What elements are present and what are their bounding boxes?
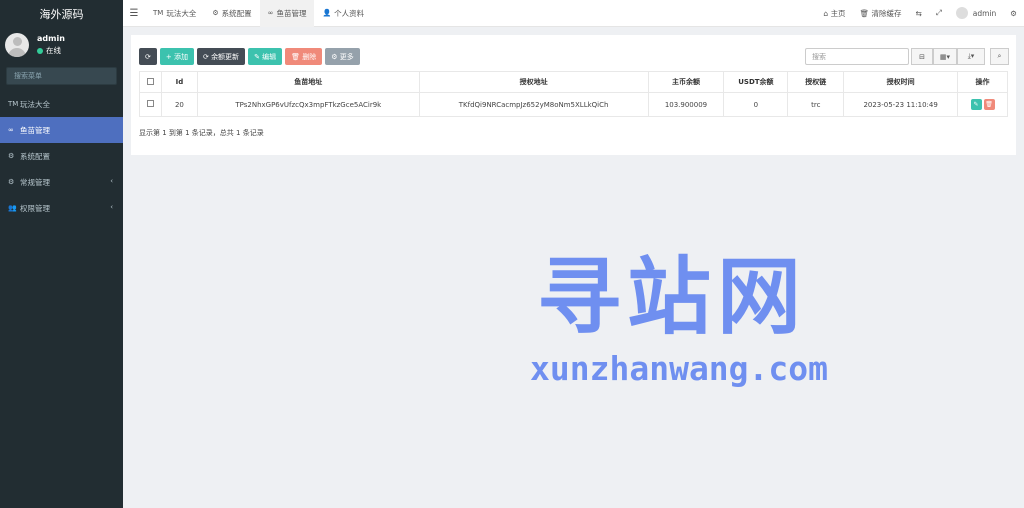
data-table: Id 鱼苗地址 授权地址 主币余额 USDT余额 授权链 授权时间 操作 20 … [139, 71, 1008, 117]
sidebar-item-label: 鱼苗管理 [20, 125, 50, 135]
select-all-checkbox[interactable] [139, 71, 162, 93]
tm-icon: TM [8, 100, 19, 108]
search-icon[interactable]: ⌕ [990, 48, 1009, 65]
trash-icon: 🗑 [291, 52, 303, 61]
tab-system-config[interactable]: ⚙ 系统配置 [204, 0, 259, 27]
pagination-summary: 显示第 1 到第 1 条记录，总共 1 条记录 [139, 129, 264, 137]
refresh-icon: ⟳ [145, 52, 151, 61]
cell-auth-time: 2023-05-23 11:10:49 [843, 92, 959, 117]
col-actions: 操作 [957, 71, 1008, 93]
col-auth-time: 授权时间 [843, 71, 959, 93]
cell-main-balance: 103.900009 [647, 92, 725, 117]
table-row: 20 TPs2NhxGP6vUfzcQx3mpFTkzGce5ACir9k TK… [139, 92, 1008, 117]
col-main-balance: 主币余额 [647, 71, 725, 93]
balance-update-button[interactable]: ⟳ 余额更新 [196, 48, 246, 65]
col-chain: 授权链 [787, 71, 845, 93]
row-checkbox[interactable] [139, 92, 162, 117]
sidebar-item-fish[interactable]: ∞ 鱼苗管理 [0, 117, 123, 143]
add-button[interactable]: + 添加 [159, 48, 194, 65]
gear-icon: ⚙ [331, 52, 340, 61]
refresh-button[interactable]: ⟳ [139, 48, 157, 65]
user-panel: admin 在线 [0, 27, 123, 63]
col-id[interactable]: Id [160, 71, 198, 93]
sidebar-item-system-config[interactable]: ⚙ 系统配置 [0, 143, 123, 169]
avatar [955, 7, 968, 19]
edit-button[interactable]: ✎ 编辑 [248, 48, 283, 65]
translate-icon[interactable]: ⇆ [908, 0, 928, 27]
cell-auth-address: TKfdQi9NRCacmpJz652yM8oNm5XLLkQiCh [418, 92, 649, 117]
watermark-title: 寻站网 [537, 248, 808, 346]
refresh-icon: ⟳ [202, 52, 212, 61]
sidebar-search-input[interactable]: 搜索菜单 [6, 67, 117, 85]
settings-icon[interactable]: ⚙ [1003, 0, 1024, 27]
user-menu[interactable]: admin [949, 0, 1004, 27]
watermark-url: xunzhanwang.com [530, 349, 829, 388]
avatar [5, 33, 29, 57]
chevron-left-icon: ‹ [110, 177, 113, 185]
home-link[interactable]: ⌂ 主页 [816, 0, 852, 27]
user-status: 在线 [37, 45, 65, 56]
content-panel: ⟳ + 添加 ⟳ 余额更新 ✎ 编辑 🗑 删除 ⚙ 更多 搜索 ⊟ ▦▾ ⤓▾ … [131, 35, 1016, 155]
sidebar-item-label: 权限管理 [20, 203, 50, 213]
users-icon: 👥 [8, 204, 17, 212]
columns-icon[interactable]: ▦▾ [933, 48, 957, 65]
home-icon: ⌂ [823, 8, 831, 18]
chevron-left-icon: ‹ [110, 203, 113, 211]
edit-row-icon[interactable]: ✎ [970, 99, 982, 110]
trash-icon: 🗑 [859, 8, 872, 18]
cell-fish-address: TPs2NhxGP6vUfzcQx3mpFTkzGce5ACir9k [196, 92, 420, 117]
tab-gameplay[interactable]: TM 玩法大全 [145, 0, 204, 27]
more-button[interactable]: ⚙ 更多 [325, 48, 360, 65]
brand-logo[interactable]: 海外源码 [0, 0, 123, 27]
pencil-icon: ✎ [254, 52, 263, 61]
clear-cache-button[interactable]: 🗑 清除缓存 [853, 0, 909, 27]
plus-icon: + [165, 52, 174, 61]
tm-icon: TM [153, 9, 164, 17]
sidebar-item-label: 常规管理 [20, 177, 50, 187]
sidebar: 海外源码 admin 在线 搜索菜单 TM 玩法大全 ∞ 鱼苗管理 ⚙ 系统配置… [0, 0, 123, 508]
cell-chain: trc [787, 92, 845, 117]
sidebar-item-label: 玩法大全 [20, 99, 50, 109]
gear-icon: ⚙ [8, 152, 15, 160]
delete-row-icon[interactable]: 🗑 [983, 99, 995, 110]
col-auth-address: 授权地址 [418, 71, 649, 93]
export-dropdown-icon[interactable]: ⤓▾ [957, 48, 985, 65]
sidebar-item-label: 系统配置 [20, 151, 50, 161]
cell-id: 20 [160, 92, 198, 117]
fullscreen-icon[interactable]: ⤢ [929, 0, 949, 27]
menu-toggle-icon[interactable]: ☰ [123, 8, 145, 19]
sidebar-item-gameplay[interactable]: TM 玩法大全 [0, 91, 123, 117]
sidebar-item-general[interactable]: ⚙ 常规管理 ‹ [0, 169, 123, 195]
link-icon: ∞ [8, 126, 14, 134]
table-search-input[interactable]: 搜索 [805, 48, 909, 65]
col-usdt-balance: USDT余额 [723, 71, 789, 93]
col-fish-address: 鱼苗地址 [196, 71, 420, 93]
tab-fish[interactable]: ∞ 鱼苗管理 [259, 0, 315, 27]
delete-button[interactable]: 🗑 删除 [285, 48, 323, 65]
table-header-row: Id 鱼苗地址 授权地址 主币余额 USDT余额 授权链 授权时间 操作 [139, 71, 1008, 93]
top-navbar: ☰ TM 玩法大全 ⚙ 系统配置 ∞ 鱼苗管理 👤 个人资料 ⌂ 主页 🗑 清除缓存 ⇆… [123, 0, 1024, 27]
gears-icon: ⚙ [8, 178, 15, 186]
link-icon: ∞ [267, 9, 274, 17]
export-icon[interactable]: ⊟ [911, 48, 933, 65]
tab-profile[interactable]: 👤 个人资料 [314, 0, 372, 27]
online-dot-icon [37, 47, 43, 54]
user-icon: 👤 [322, 9, 332, 17]
sidebar-item-permissions[interactable]: 👥 权限管理 ‹ [0, 195, 123, 221]
user-name: admin [37, 34, 65, 43]
cell-actions: ✎ 🗑 [957, 92, 1008, 117]
toolbar: ⟳ + 添加 ⟳ 余额更新 ✎ 编辑 🗑 删除 ⚙ 更多 [139, 48, 363, 65]
gear-icon: ⚙ [212, 9, 219, 17]
cell-usdt-balance: 0 [723, 92, 789, 117]
